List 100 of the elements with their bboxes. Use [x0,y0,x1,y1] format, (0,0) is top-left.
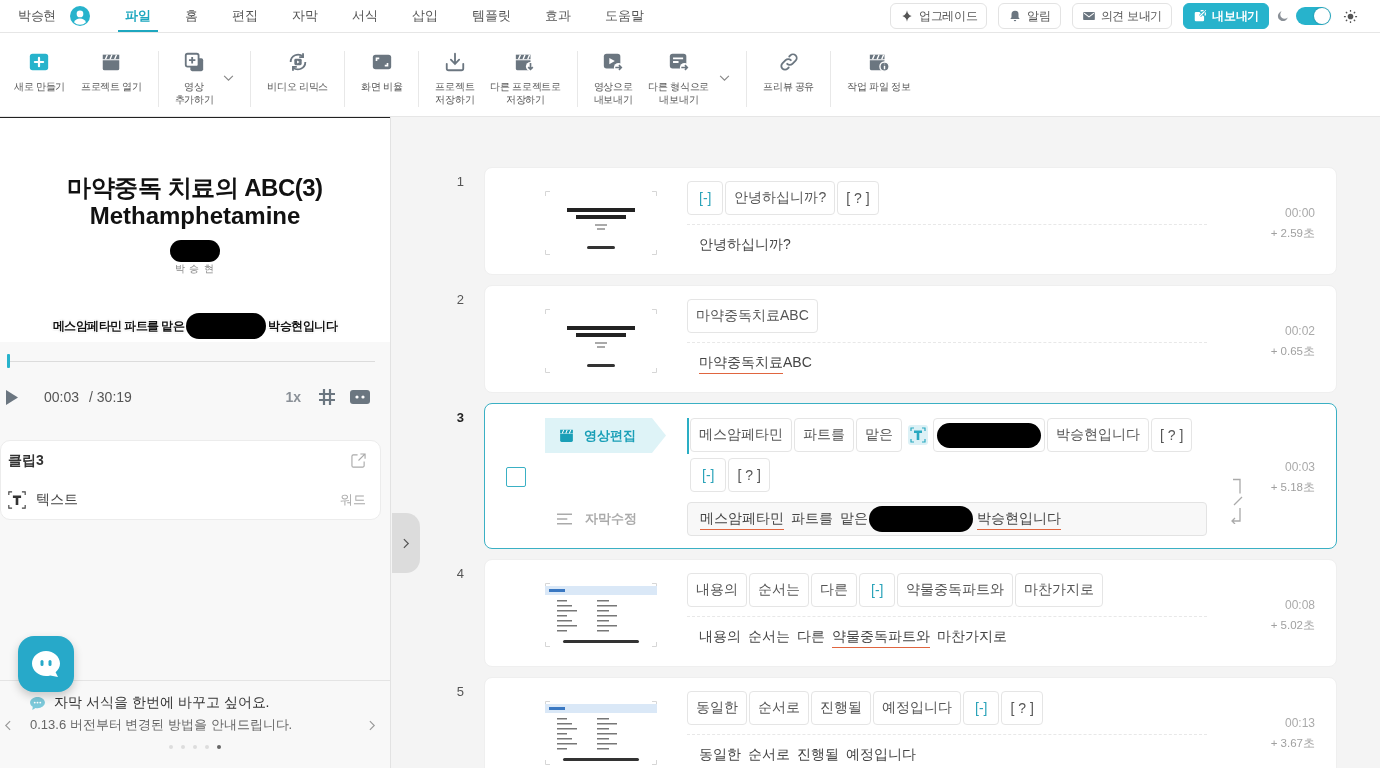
sun-icon [1343,8,1358,24]
subtitle-text: 동일한 순서로 진행될 예정입니다 [699,744,916,764]
save-project-button[interactable]: 프로젝트 저장하기 [427,50,483,108]
add-media-icon [183,51,206,73]
start-time: 00:02 [1284,323,1315,338]
duration-text: + 3.67초 [1270,735,1315,751]
grid-icon[interactable] [318,388,336,406]
clapperboard-info-icon [867,51,890,73]
redaction-mark [170,240,220,262]
export-video-button[interactable]: 영상으로 내보내기 [585,50,641,108]
clip-title: 클립3 [8,451,44,470]
start-time: 00:08 [1284,597,1315,612]
row-number: 1 [456,173,465,191]
notifications-button[interactable]: 알림 [998,3,1061,29]
word-chip[interactable]: 내용의 [687,573,747,607]
word-chip[interactable]: 예정입니다 [873,691,961,725]
menu-tab[interactable]: 홈 [167,0,215,32]
lines-icon [557,513,572,525]
aspect-ratio-button[interactable]: 화면 비율 [353,50,411,95]
word-chip[interactable]: 박승현입니다 [1047,418,1149,452]
external-link-icon[interactable] [351,453,366,468]
download-icon [443,51,466,73]
feedback-button[interactable]: 의견 보내기 [1071,3,1173,29]
unknown-chip[interactable]: [ ? ] [837,181,879,215]
video-export-icon [602,51,625,73]
word-chip[interactable]: 안녕하십니까? [725,181,836,215]
menu-tab[interactable]: 효과 [527,0,588,32]
duration-text: + 2.59초 [1270,225,1315,241]
document-export-icon [667,51,690,73]
subtitle-field[interactable]: 메스암페타민 파트를 맡은 박승현입니다 [687,502,1207,536]
link-icon [777,51,800,73]
page-dot[interactable] [217,745,221,749]
subtitle-card[interactable]: 동일한 순서로 진행될 예정입니다 [-] [ ? ] 동일한 순서로 진행될 예정입니다 00:13 + 3.67초 [484,677,1337,768]
play-icon[interactable] [6,389,18,405]
presenter-name: 박 승 현 [174,262,216,275]
duration-text: + 0.65초 [1270,343,1315,359]
subtitle-text: 마약중독치료ABC [699,352,812,374]
caption-text: 박승현입니다 [268,318,338,334]
subtitle-card[interactable]: 마약중독치료ABC 마약중독치료ABC 00:02 + 0.65초 [484,285,1337,393]
mail-icon [1081,9,1096,23]
unknown-chip[interactable]: [ ? ] [1151,418,1193,452]
clip-type-label: 텍스트 [36,490,78,509]
row-number: 5 [456,683,465,701]
word-chip[interactable]: 진행될 [811,691,871,725]
export-format-button[interactable]: 다른 형식으로 내보내기 [640,50,739,108]
text-clip-icon[interactable] [908,425,928,445]
slide-subtitle: Methamphetamine [89,202,301,230]
new-project-button[interactable]: 새로 만들기 [6,50,73,95]
chat-button[interactable] [18,636,74,692]
subtitle-card[interactable]: 내용의 순서는 다른 [-] 약물중독파트와 마찬가지로 내용의 순서는 다른 약물중독파트와 마찬가지로 00:08 + 5.02초 [484,559,1337,667]
theme-switch[interactable] [1296,7,1331,25]
export-icon [1193,9,1208,23]
chat-bubble-icon [31,650,61,678]
row-number: 3 [456,409,465,427]
word-chip[interactable]: 맡은 [856,418,902,452]
menu-tab[interactable]: 편집 [214,0,275,32]
word-chip[interactable]: 다른 [811,573,857,607]
progress-thumb[interactable] [6,354,10,368]
text-icon [8,490,26,509]
word-chip[interactable]: 약물중독파트와 [897,573,1014,607]
word-chip[interactable]: 메스암페타민 [690,418,792,452]
chat-icon [30,696,45,710]
subtitle-card[interactable]: 영상편집 자막수정 메스암페타민 파트를 맡은 박승현입니다 [ ? ] [-] [ ? ] 메스암페타민 파트를 맡은 박승현입니다 00:03 + 5.18초 [484,403,1337,549]
word-chip[interactable]: 파트를 [794,418,854,452]
subtitle-text: 안녕하십니까? [699,234,791,254]
avatar-icon[interactable] [69,6,90,26]
word-chip[interactable]: 마찬가지로 [1015,573,1104,607]
subtitle-card[interactable]: [-] 안녕하십니까? [ ? ] 안녕하십니까? 00:00 + 2.59초 [484,167,1337,275]
caption-text: 메스암페타민 파트를 맡은 [52,318,185,334]
word-chip[interactable]: 순서로 [749,691,809,725]
start-time: 00:03 [1284,459,1315,474]
unknown-chip[interactable]: [ ? ] [728,458,770,492]
menu-tab[interactable]: 템플릿 [454,0,528,32]
clapperboard-download-icon [514,51,537,73]
checkbox[interactable] [506,467,526,487]
menu-tab[interactable]: 자막 [274,0,335,32]
menu-tab[interactable]: 삽입 [394,0,455,32]
chevron-right-icon[interactable] [369,719,376,731]
menu-tab[interactable]: 서식 [334,0,395,32]
menu-tab[interactable]: 도움말 [587,0,661,32]
chevron-left-icon[interactable] [4,719,11,731]
upgrade-button[interactable]: 업그레이드 [889,3,988,29]
subtitles-icon[interactable] [350,390,370,404]
add-video-button[interactable]: 영상 추가하기 [166,50,243,108]
collapse-handle[interactable] [392,513,420,573]
word-chip[interactable]: 마약중독치료ABC [687,299,818,333]
start-time: 00:13 [1284,715,1315,730]
tip-body: 0.13.6 버전부터 변경된 방법을 안내드립니다. [30,716,293,734]
unknown-chip[interactable]: [ ? ] [1001,691,1043,725]
duration-text: + 5.02초 [1270,617,1315,633]
file-info-button[interactable]: 작업 파일 정보 [839,50,919,95]
start-time: 00:00 [1284,205,1315,220]
plus-icon [28,51,51,73]
clip-detail-label: 워드 [340,490,366,509]
share-preview-button[interactable]: 프리뷰 공유 [755,50,823,95]
open-project-button[interactable]: 프로젝트 열기 [73,50,150,95]
video-remix-button[interactable]: 비디오 리믹스 [259,50,337,95]
word-chip[interactable]: 순서는 [749,573,809,607]
word-chip[interactable]: 동일한 [687,691,747,725]
save-as-button[interactable]: 다른 프로젝트로 저장하기 [482,50,569,108]
